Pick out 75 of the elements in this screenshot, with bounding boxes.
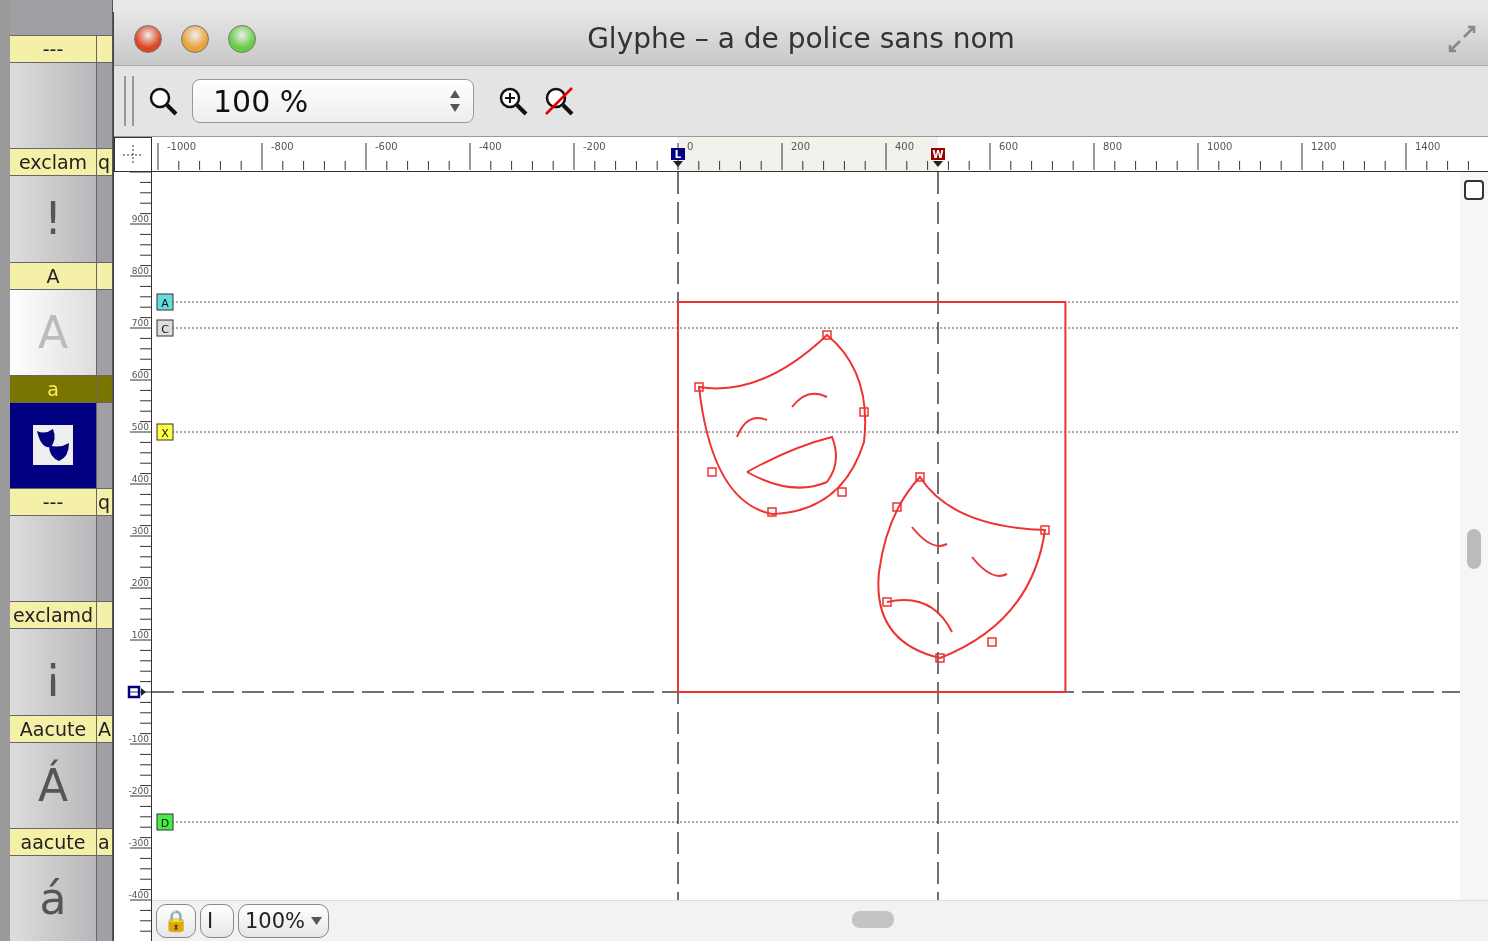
ruler-label: 600 [999, 141, 1019, 152]
ruler-label: -300 [128, 838, 149, 848]
glyph-name: A [10, 262, 97, 289]
fullscreen-icon[interactable] [1448, 24, 1476, 53]
glyph-cell[interactable] [10, 402, 97, 488]
zoom-dropdown[interactable]: 100% [238, 904, 330, 938]
zoom-in-icon[interactable] [498, 86, 528, 116]
minimize-button[interactable] [181, 24, 209, 53]
glyph-canvas[interactable]: A C X D [152, 172, 1460, 900]
glyph-name: Aacute [10, 715, 97, 742]
glyph-cell[interactable]: ¡ [10, 629, 97, 715]
glyph-name-header[interactable]: a [10, 374, 112, 403]
ruler-label: 600 [131, 370, 149, 380]
glyph-name-header[interactable]: exclamd [10, 601, 112, 630]
caret-icon [311, 917, 323, 925]
ruler-label: -400 [128, 890, 149, 900]
glyph-cell[interactable] [10, 516, 97, 602]
glyph-cell[interactable]: á [10, 855, 97, 941]
ruler-label: 300 [131, 526, 149, 536]
horizontal-scroll-thumb[interactable] [852, 911, 894, 928]
glyph-cell[interactable]: ! [10, 176, 97, 262]
ruler-label: -600 [375, 141, 398, 152]
baseline-marker-icon [127, 685, 146, 699]
glyph-name: a [10, 375, 97, 402]
ruler-label: 200 [131, 578, 149, 588]
glyph-name-header[interactable]: Aacute A [10, 714, 112, 743]
glyph-name-header[interactable]: aacute a [10, 827, 112, 856]
ruler-label: 100 [131, 630, 149, 640]
vertical-scrollbar[interactable] [1460, 172, 1488, 900]
ruler-label: 700 [131, 318, 149, 328]
glyph-name: a [97, 829, 110, 855]
glyph-name-header[interactable]: A [10, 261, 112, 290]
glyph-name: exclamd [10, 602, 97, 629]
zoom-combo[interactable]: 100 % [192, 79, 474, 123]
ruler-label: 800 [131, 266, 149, 276]
zoom-button[interactable] [228, 24, 256, 53]
ruler-label: -400 [479, 141, 502, 152]
glyph-name: --- [10, 489, 97, 515]
masks-icon [33, 425, 73, 466]
ruler-label: 400 [895, 141, 915, 152]
ruler-label: -200 [128, 786, 149, 796]
ruler-label: 1400 [1415, 141, 1441, 152]
ruler-label: -200 [583, 141, 606, 152]
guide-tag[interactable]: A [156, 293, 174, 311]
glyph-name: q [97, 490, 111, 515]
ruler-label: 200 [791, 141, 811, 152]
ruler-label: 1000 [1207, 141, 1233, 152]
ruler-label: 0 [687, 141, 694, 152]
guide-tag[interactable]: D [156, 813, 174, 831]
ruler-label: 900 [131, 214, 149, 224]
toolbar-grip[interactable] [124, 76, 134, 126]
glyph-name-header[interactable]: exclam q [10, 148, 112, 177]
glyph-cell[interactable] [10, 63, 97, 149]
glyph-name: q [97, 150, 111, 176]
glyph-name: --- [10, 36, 97, 62]
ruler-label: -100 [128, 734, 149, 744]
ruler-label: -800 [271, 141, 294, 152]
guide-tag[interactable]: X [156, 423, 174, 441]
ruler-label: 400 [131, 474, 149, 484]
glyph-name-header[interactable]: --- q [10, 488, 112, 516]
glyph-name: exclam [10, 149, 97, 176]
text-cursor-button[interactable]: I [200, 904, 234, 938]
close-button[interactable] [134, 24, 162, 53]
glyph-name: A [97, 716, 111, 742]
glyph-name: aacute [10, 828, 97, 855]
crosshair-icon [123, 144, 143, 165]
glyph-cell[interactable]: Á [10, 742, 97, 828]
ruler-label: 800 [1103, 141, 1123, 152]
glyph-name-header[interactable]: --- [10, 35, 112, 63]
window-title: Glyphe – a de police sans nom [587, 22, 1015, 55]
ruler-label: -1000 [167, 141, 197, 152]
search-icon[interactable] [148, 86, 178, 116]
ruler-label: 500 [131, 422, 149, 432]
guide-tag[interactable]: C [156, 319, 174, 337]
ruler-label: 1200 [1311, 141, 1337, 152]
